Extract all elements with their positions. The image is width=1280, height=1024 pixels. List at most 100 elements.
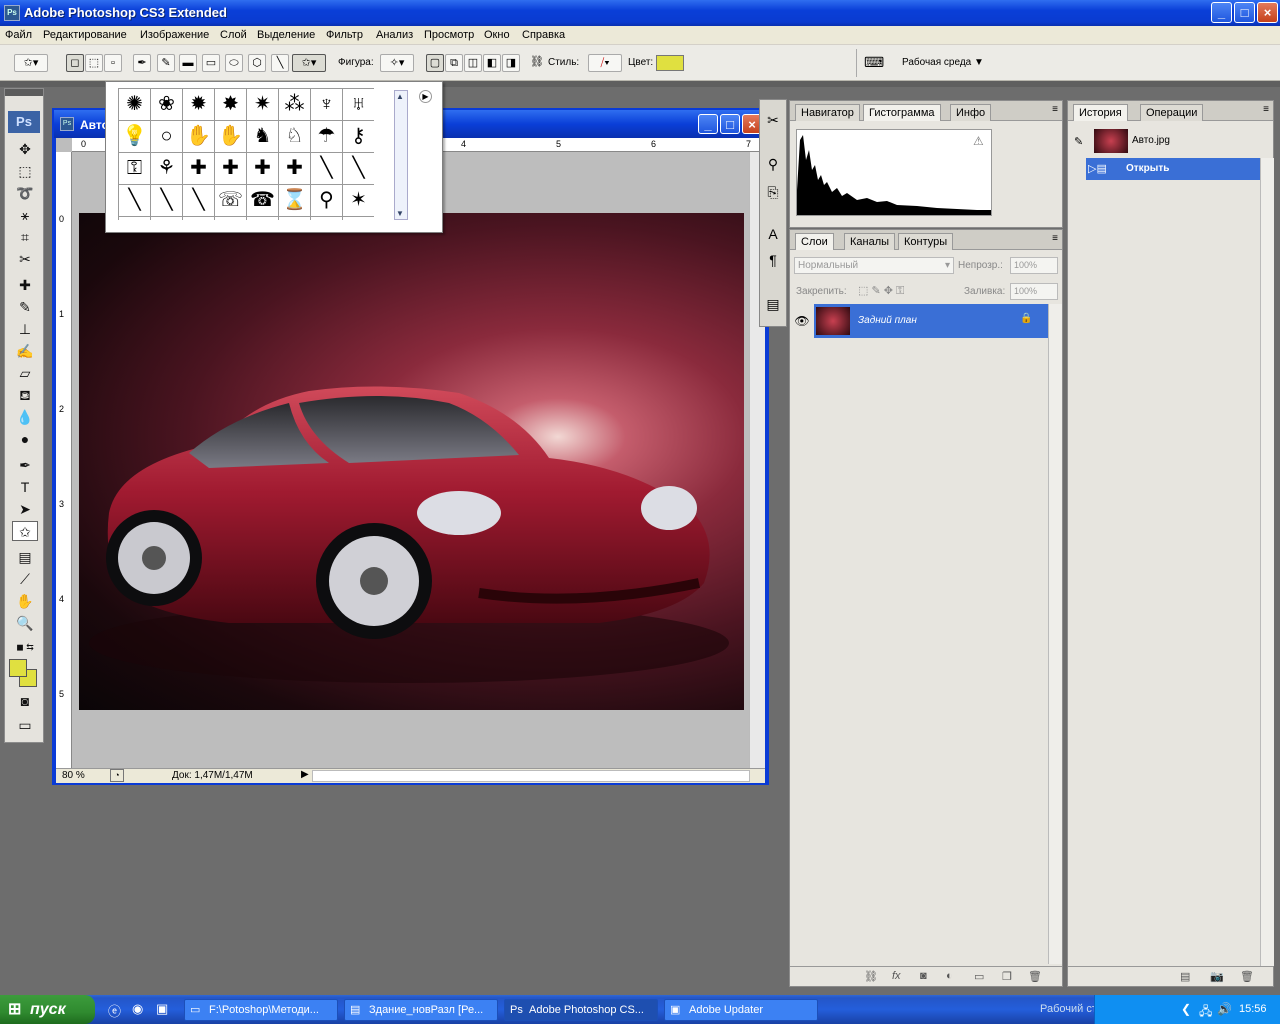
shape-layers-mode-icon[interactable]: ◻ (66, 54, 84, 72)
status-menu-icon[interactable]: ◔ (110, 769, 124, 782)
puzzle-shape[interactable]: ✚ (247, 153, 279, 185)
shape-item[interactable]: ✴ (119, 217, 151, 220)
custom-shape-tool-icon[interactable]: ✩ (12, 521, 38, 541)
slice-tool-icon[interactable]: ✂ (12, 249, 38, 269)
snapshot-thumbnail[interactable] (1094, 129, 1128, 153)
combine-mode-subtract-icon[interactable]: ◫ (464, 54, 482, 72)
new-document-from-state-icon[interactable]: ▤ (1180, 970, 1190, 983)
crop-tool-icon[interactable]: ⌗ (12, 227, 38, 247)
hand-shape[interactable]: ✋ (183, 121, 215, 153)
taskbar-button-explorer[interactable]: ▭ F:\Potoshop\Методи... (184, 999, 338, 1021)
eraser-tool-icon[interactable]: ▱ (12, 363, 38, 383)
footprint-outline-shape[interactable]: ♘ (279, 121, 311, 153)
key-outline-shape[interactable]: ⚷ (343, 121, 374, 153)
paint-bucket-icon[interactable]: ⛾ (12, 385, 38, 405)
hand-tool-icon[interactable]: ✋ (12, 591, 38, 611)
blend-mode-select[interactable]: Нормальный ▾ (794, 257, 954, 274)
move-tool-icon[interactable]: ✥ (12, 139, 38, 159)
paths-mode-icon[interactable]: ⬚ (85, 54, 103, 72)
combine-mode-add-icon[interactable]: ⧉ (445, 54, 463, 72)
car-photo-image[interactable] (79, 213, 744, 710)
character-panel-icon[interactable]: A (763, 226, 783, 246)
ellipse-shape-icon[interactable]: ⬭ (225, 54, 243, 72)
blur-tool-icon[interactable]: 💧 (12, 407, 38, 427)
pushpin-shape[interactable]: ⚲ (311, 185, 343, 217)
panel-menu-icon[interactable]: ≡ (1052, 233, 1058, 244)
tab-navigator[interactable]: Навигатор (795, 104, 860, 121)
tab-histogram[interactable]: Гистограмма (863, 104, 941, 121)
shape-item[interactable]: ✷ (247, 89, 279, 121)
tray-network-icon[interactable]: 🖧 (1199, 1002, 1212, 1023)
minimize-button[interactable]: _ (1211, 2, 1232, 23)
tab-channels[interactable]: Каналы (844, 233, 896, 250)
new-group-icon[interactable]: ▭ (974, 970, 984, 983)
brush-tool-icon[interactable]: ✎ (12, 297, 38, 317)
dodge-tool-icon[interactable]: ● (12, 429, 38, 449)
delete-state-icon[interactable]: 🗑 (1240, 970, 1254, 983)
combine-mode-new-icon[interactable]: ▢ (426, 54, 444, 72)
rounded-rectangle-icon[interactable]: ▭ (202, 54, 220, 72)
menu-edit[interactable]: Редактирование (43, 29, 127, 41)
media-player-quicklaunch-icon[interactable]: ◉ (132, 1001, 143, 1017)
status-arrow-icon[interactable]: ▶ (301, 769, 309, 780)
tab-info[interactable]: Инфо (950, 104, 992, 121)
hand-outline-shape[interactable]: ✋ (215, 121, 247, 153)
tool-preset-picker[interactable]: ✩▾ (14, 54, 48, 72)
bow-shape[interactable]: ⚘ (151, 153, 183, 185)
envelope-shape[interactable]: ✉ (279, 217, 311, 220)
sheriff-star-shape[interactable]: ✶ (343, 185, 374, 217)
fill-pixels-mode-icon[interactable]: ▫ (104, 54, 122, 72)
shape-color-swatch[interactable] (656, 55, 684, 71)
adjustment-layer-icon[interactable]: ◐ (946, 970, 953, 982)
combine-mode-intersect-icon[interactable]: ◧ (483, 54, 501, 72)
type-tool-icon[interactable]: T (12, 477, 38, 497)
menu-file[interactable]: Файл (5, 29, 32, 41)
history-scrollbar[interactable] (1260, 158, 1274, 966)
crown-shape[interactable]: ♚ (215, 217, 247, 220)
shape-item[interactable]: ⁂ (279, 89, 311, 121)
rectangle-shape-icon[interactable]: ▬ (179, 54, 197, 72)
tab-paths[interactable]: Контуры (898, 233, 954, 250)
phone-shape[interactable]: ☎ (247, 185, 279, 217)
screen-mode-icon[interactable]: ▭ (12, 715, 38, 735)
healing-brush-icon[interactable]: ✚ (12, 275, 38, 295)
menu-help[interactable]: Справка (522, 29, 565, 41)
crown-shape[interactable]: ♛ (151, 217, 183, 220)
lightbulb-outline-shape[interactable]: ○ (151, 121, 183, 153)
footprint-shape[interactable]: ♞ (247, 121, 279, 153)
vertical-ruler[interactable]: 0 1 2 3 4 5 (56, 152, 72, 768)
panel-menu-icon[interactable]: ≡ (1263, 104, 1269, 115)
pencil-thin-shape[interactable]: ╲ (151, 185, 183, 217)
shape-item[interactable]: ✸ (215, 89, 247, 121)
maximize-button[interactable]: □ (1234, 2, 1255, 23)
link-layers-icon[interactable]: ⛓ (864, 970, 878, 983)
umbrella-shape[interactable]: ☂ (311, 121, 343, 153)
shape-picker[interactable]: ✧▾ (380, 54, 414, 72)
lightbulb-shape[interactable]: 💡 (119, 121, 151, 153)
close-button[interactable]: × (1257, 2, 1278, 23)
lock-icons[interactable]: ⬚ ✎ ✥ ⚿ (858, 284, 904, 298)
tab-history[interactable]: История (1073, 104, 1128, 121)
delete-layer-icon[interactable]: 🗑 (1028, 970, 1042, 983)
layer-style-fx-icon[interactable]: fx (892, 970, 901, 982)
shape-item[interactable]: ✹ (183, 89, 215, 121)
doc-minimize-button[interactable]: _ (698, 114, 718, 134)
zoom-tool-icon[interactable]: 🔍 (12, 613, 38, 633)
doc-maximize-button[interactable]: □ (720, 114, 740, 134)
marquee-tool-icon[interactable]: ⬚ (12, 161, 38, 181)
pen-nib-shape[interactable]: ╲ (183, 185, 215, 217)
puzzle-shape[interactable]: ✚ (215, 153, 247, 185)
panel-menu-icon[interactable]: ≡ (1052, 104, 1058, 115)
shape-picker-menu-icon[interactable]: ▶ (419, 90, 432, 103)
menu-filter[interactable]: Фильтр (326, 29, 363, 41)
path-selection-icon[interactable]: ➤ (12, 499, 38, 519)
paragraph-panel-icon[interactable]: ¶ (763, 252, 783, 272)
freeform-pen-icon[interactable]: ✎ (157, 54, 175, 72)
bridge-icon[interactable]: ⌨ (864, 54, 884, 72)
desktop-quicklaunch-icon[interactable]: ▣ (156, 1001, 168, 1017)
puzzle-shape[interactable]: ✚ (279, 153, 311, 185)
create-snapshot-icon[interactable]: 📷 (1210, 970, 1224, 983)
custom-shape-icon[interactable]: ✩▾ (292, 54, 326, 72)
layer-name[interactable]: Задний план (858, 315, 917, 326)
swap-colors-icon[interactable]: ◼ ⇆ (12, 637, 38, 657)
